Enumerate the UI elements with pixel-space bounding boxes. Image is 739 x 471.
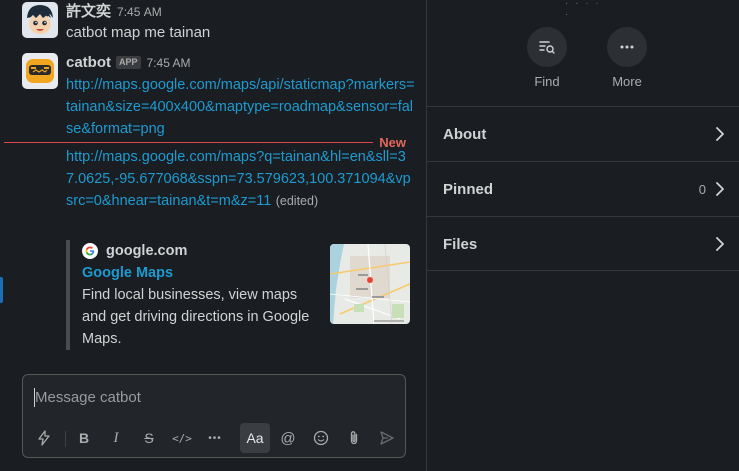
message-header: catbot APP 7:45 AM xyxy=(66,53,416,73)
message-content: 許文奕 7:45 AM catbot map me tainan xyxy=(66,2,416,44)
second-link-block: http://maps.google.com/maps?q=tainan&hl=… xyxy=(66,146,414,212)
avatar[interactable] xyxy=(22,2,58,38)
staticmap-link[interactable]: http://maps.google.com/maps/api/staticma… xyxy=(66,74,416,140)
message-input[interactable] xyxy=(23,375,405,419)
find-label: Find xyxy=(534,74,560,89)
chevron-right-icon xyxy=(716,237,724,251)
attach-icon[interactable] xyxy=(339,423,369,453)
bold-icon[interactable]: B xyxy=(69,423,99,453)
message-pane: 許文奕 7:45 AM catbot map me tainan catbot AP… xyxy=(0,0,426,471)
send-icon[interactable] xyxy=(372,423,402,453)
timestamp[interactable]: 7:45 AM xyxy=(147,56,191,70)
author-name[interactable]: catbot xyxy=(66,54,111,71)
message-text: catbot map me tainan xyxy=(66,24,211,41)
message-item: 許文奕 7:45 AM catbot map me tainan xyxy=(22,2,412,44)
unread-marker xyxy=(0,277,3,303)
link-preview: google.com Google Maps Find local busine… xyxy=(66,240,410,350)
author-name[interactable]: 許文奕 xyxy=(66,3,111,20)
message-composer: B I S </> ••• Aa @ xyxy=(22,374,406,458)
composer-toolbar: B I S </> ••• Aa @ xyxy=(27,423,401,455)
row-label: Pinned xyxy=(443,181,494,198)
pinned-count: 0 xyxy=(698,182,706,197)
find-icon[interactable] xyxy=(527,27,567,67)
bot-avatar[interactable] xyxy=(22,53,58,89)
toolbar-divider xyxy=(65,431,66,447)
new-messages-label: New xyxy=(373,136,406,149)
message-header: 許文奕 7:45 AM xyxy=(66,2,416,22)
more-action[interactable]: More xyxy=(597,27,657,89)
files-row[interactable]: Files xyxy=(427,216,739,271)
pinned-row[interactable]: Pinned 0 xyxy=(427,161,739,216)
find-action[interactable]: Find xyxy=(517,27,577,89)
text-caret xyxy=(34,388,35,407)
emoji-icon[interactable] xyxy=(306,423,336,453)
timestamp[interactable]: 7:45 AM xyxy=(117,5,162,19)
mention-icon[interactable]: @ xyxy=(273,423,303,453)
formatting-toggle[interactable]: Aa xyxy=(240,423,270,453)
new-messages-divider xyxy=(4,142,406,143)
preview-domain[interactable]: google.com xyxy=(106,241,187,261)
chevron-right-icon xyxy=(716,127,724,141)
maps-link[interactable]: http://maps.google.com/maps?q=tainan&hl=… xyxy=(66,149,411,209)
italic-icon[interactable]: I xyxy=(101,423,131,453)
scrolled-header-remnant: · · · · · xyxy=(565,0,601,20)
row-label: About xyxy=(443,126,487,143)
details-pane: · · · · · Find More About Pinned 0 Files xyxy=(426,0,739,471)
chevron-right-icon xyxy=(716,182,724,196)
edited-label: (edited) xyxy=(275,194,319,208)
more-label: More xyxy=(612,74,642,89)
shortcuts-icon[interactable] xyxy=(29,423,59,453)
strikethrough-icon[interactable]: S xyxy=(134,423,164,453)
more-icon[interactable] xyxy=(607,27,647,67)
code-icon[interactable]: </> xyxy=(167,423,197,453)
row-label: Files xyxy=(443,236,478,253)
more-formatting-icon[interactable]: ••• xyxy=(200,423,230,453)
map-thumbnail[interactable] xyxy=(330,244,410,324)
message-content: catbot APP 7:45 AM http://maps.google.com/… xyxy=(66,53,416,209)
about-row[interactable]: About xyxy=(427,106,739,161)
preview-description: Find local businesses, view maps and get… xyxy=(82,287,310,347)
google-icon xyxy=(82,243,98,259)
app-badge: APP xyxy=(116,56,141,69)
